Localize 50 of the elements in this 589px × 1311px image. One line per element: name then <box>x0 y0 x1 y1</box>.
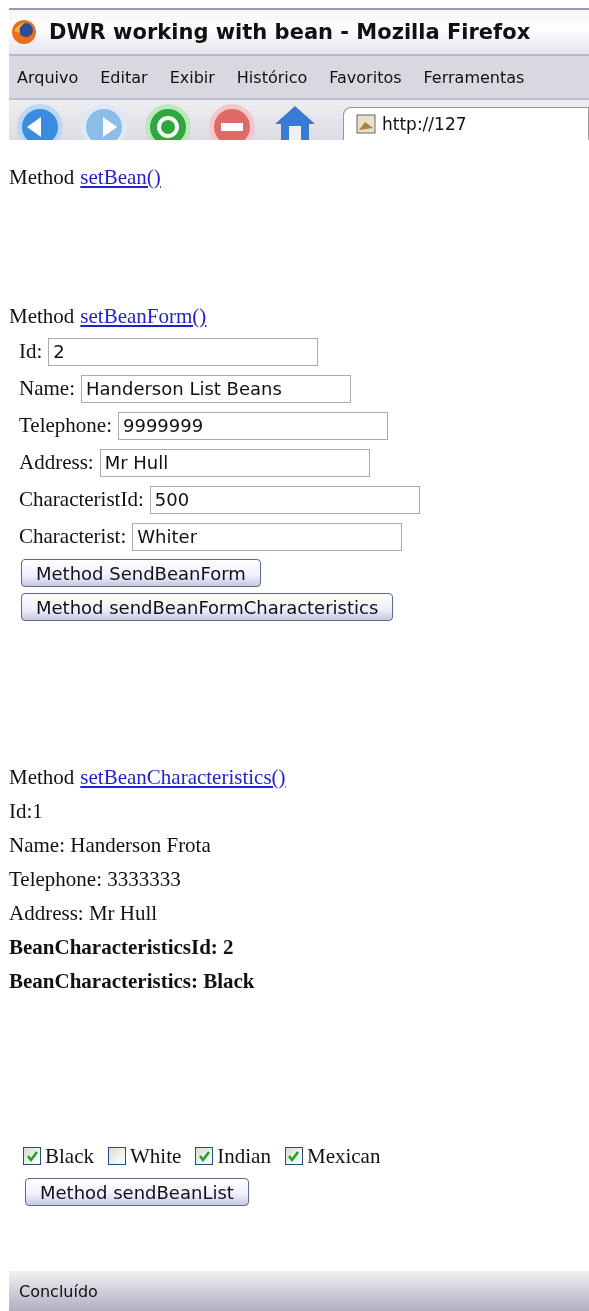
method-label: Method <box>9 303 75 329</box>
checkbox[interactable] <box>284 1147 303 1165</box>
forward-icon[interactable] <box>79 102 129 140</box>
method-label: Method <box>9 164 75 190</box>
field-label: Name: <box>19 376 75 401</box>
menu-item[interactable]: Exibir <box>169 67 215 87</box>
method-button[interactable]: Method sendBeanList <box>25 1178 249 1206</box>
menu-item[interactable]: Editar <box>100 67 148 87</box>
method-link[interactable]: setBean() <box>80 164 161 190</box>
stop-icon[interactable] <box>207 102 257 140</box>
menu-item[interactable]: Favoritos <box>329 67 402 87</box>
input-field[interactable]: 2 <box>48 337 319 366</box>
menu-item[interactable]: Arquivo <box>17 67 79 87</box>
info-text: Id:1 <box>9 798 43 824</box>
input-field[interactable]: Handerson List Beans <box>81 374 351 403</box>
checkbox[interactable] <box>195 1147 214 1165</box>
input-field[interactable]: Whiter <box>132 522 403 551</box>
method-link[interactable]: setBeanCharacteristics() <box>80 764 286 790</box>
info-text: Name: Handerson Frota <box>9 832 211 858</box>
field-label: Id: <box>19 339 43 364</box>
checkbox[interactable] <box>108 1147 126 1165</box>
input-field[interactable]: 9999999 <box>118 411 388 440</box>
info-text: BeanCharacteristics: Black <box>9 968 255 994</box>
checkbox-label: Mexican <box>306 1143 381 1169</box>
checkbox-label: Indian <box>217 1143 271 1169</box>
checkbox-label: White <box>130 1143 182 1169</box>
menu-item[interactable]: Ferramentas <box>423 67 525 87</box>
info-text: BeanCharacteristicsId: 2 <box>9 934 234 960</box>
menu-item[interactable]: Histórico <box>236 67 308 87</box>
checkbox[interactable] <box>23 1147 41 1165</box>
field-label: CharacteristId: <box>19 487 144 512</box>
field-label: Address: <box>19 450 94 475</box>
input-field[interactable]: Mr Hull <box>99 448 370 477</box>
page-icon <box>356 114 376 134</box>
field-label: Characterist: <box>19 524 127 549</box>
input-field[interactable]: 500 <box>149 485 420 514</box>
address-field[interactable]: http://127 <box>343 107 589 140</box>
method-button[interactable]: Method SendBeanForm <box>21 559 261 587</box>
window-title: DWR working with bean - Mozilla Firefox <box>49 20 531 44</box>
reload-icon[interactable] <box>143 102 193 140</box>
browser-logo-icon <box>11 19 37 45</box>
info-text: Telephone: 3333333 <box>9 866 181 892</box>
field-label: Telephone: <box>19 413 112 438</box>
info-text: Address: Mr Hull <box>9 900 158 926</box>
status-text: Concluído <box>19 1281 98 1301</box>
method-link[interactable]: setBeanForm() <box>80 303 207 329</box>
method-button[interactable]: Method sendBeanFormCharacteristics <box>21 593 394 621</box>
checkbox-label: Black <box>45 1143 94 1169</box>
method-label: Method <box>9 764 75 790</box>
back-icon[interactable] <box>15 102 65 140</box>
